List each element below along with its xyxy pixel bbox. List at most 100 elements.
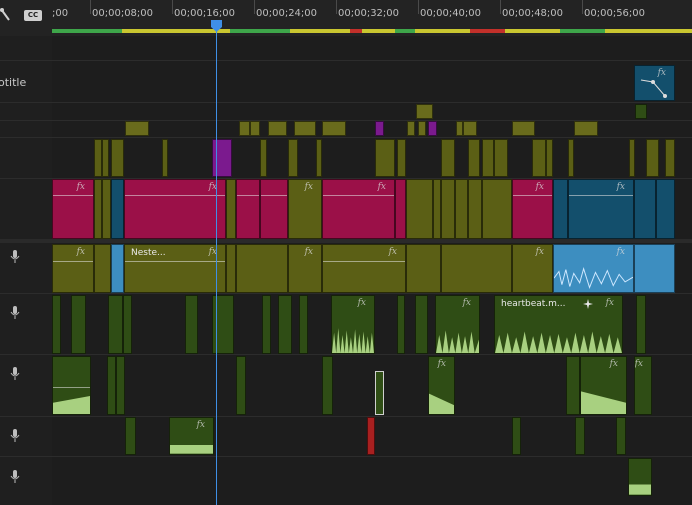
audio-clip[interactable]: [616, 417, 626, 455]
audio-clip[interactable]: [236, 356, 246, 415]
video-clip[interactable]: [468, 179, 482, 239]
audio-clip[interactable]: [566, 356, 580, 415]
video-clip[interactable]: [532, 139, 546, 177]
video-clip[interactable]: [322, 121, 346, 136]
video-clip[interactable]: [268, 121, 287, 136]
video-clip[interactable]: [546, 139, 553, 177]
audio-clip[interactable]: [299, 295, 308, 354]
video-clip[interactable]: fx: [52, 179, 94, 239]
microphone-icon[interactable]: [10, 470, 20, 484]
video-clip[interactable]: [629, 139, 635, 177]
video-clip[interactable]: fx: [322, 179, 395, 239]
audio-clip[interactable]: [111, 244, 124, 293]
video-clip[interactable]: [441, 179, 455, 239]
video-clip[interactable]: [416, 104, 433, 119]
audio-clip[interactable]: fx: [428, 356, 455, 415]
audio-clip[interactable]: [397, 295, 405, 354]
audio-clip[interactable]: [628, 458, 652, 496]
audio-clip[interactable]: fx: [52, 244, 94, 293]
audio-clip[interactable]: [107, 356, 116, 415]
audio-clip[interactable]: [406, 244, 441, 293]
video-clip[interactable]: [463, 121, 477, 136]
video-clip[interactable]: fx: [288, 179, 322, 239]
video-clip[interactable]: [635, 104, 647, 119]
audio-clip[interactable]: [375, 371, 384, 415]
video-clip[interactable]: fx: [512, 179, 553, 239]
video-clip[interactable]: [468, 139, 480, 177]
video-clip[interactable]: [482, 179, 512, 239]
audio-clip[interactable]: [262, 295, 271, 354]
video-clip[interactable]: [102, 179, 111, 239]
video-clip[interactable]: [568, 139, 574, 177]
video-clip[interactable]: [212, 139, 232, 177]
video-clip[interactable]: [456, 121, 463, 136]
video-clip[interactable]: [482, 139, 494, 177]
video-clip[interactable]: [111, 179, 124, 239]
video-clip[interactable]: [646, 139, 659, 177]
audio-clip[interactable]: Neste... fx: [124, 244, 226, 293]
microphone-icon[interactable]: [10, 250, 20, 264]
video-clip[interactable]: [260, 139, 267, 177]
video-clip[interactable]: [634, 179, 656, 239]
video-clip[interactable]: [395, 179, 406, 239]
video-clip[interactable]: [407, 121, 415, 136]
video-clip[interactable]: [574, 121, 598, 136]
video-clip[interactable]: fx: [634, 65, 675, 101]
audio-clip[interactable]: [52, 356, 91, 415]
video-clip[interactable]: [250, 121, 260, 136]
audio-clip[interactable]: [441, 244, 512, 293]
audio-clip[interactable]: heartbeat.m... fx: [494, 295, 623, 354]
audio-clip[interactable]: [322, 356, 333, 415]
microphone-icon[interactable]: [10, 367, 20, 381]
audio-clip[interactable]: [415, 295, 428, 354]
video-clip[interactable]: [294, 121, 316, 136]
audio-clip[interactable]: fx: [512, 244, 553, 293]
audio-clip[interactable]: [108, 295, 123, 354]
microphone-icon[interactable]: [10, 306, 20, 320]
video-clip[interactable]: [316, 139, 322, 177]
video-clip[interactable]: [553, 179, 568, 239]
audio-video-divider[interactable]: [0, 239, 692, 243]
video-clip[interactable]: [94, 139, 102, 177]
audio-clip[interactable]: [575, 417, 585, 455]
audio-clip[interactable]: fx: [634, 356, 652, 415]
video-clip[interactable]: [226, 179, 236, 239]
audio-clip[interactable]: [278, 295, 292, 354]
playhead-handle[interactable]: [211, 20, 222, 32]
video-clip[interactable]: [433, 179, 441, 239]
audio-clip[interactable]: fx: [580, 356, 627, 415]
video-clip[interactable]: [375, 139, 395, 177]
audio-clip[interactable]: [52, 295, 61, 354]
audio-clip[interactable]: [125, 417, 136, 455]
video-clip[interactable]: [512, 121, 535, 136]
audio-clip[interactable]: fx: [331, 295, 375, 354]
audio-clip[interactable]: [236, 244, 288, 293]
audio-clip[interactable]: [71, 295, 86, 354]
time-ruler[interactable]: CC ;00 00;00;08;00 00;00;16;00 00;00;24;…: [0, 0, 692, 36]
wrench-icon[interactable]: [0, 8, 10, 22]
audio-clip[interactable]: [116, 356, 125, 415]
video-clip[interactable]: [111, 139, 124, 177]
audio-clip[interactable]: [512, 417, 521, 455]
video-clip[interactable]: [656, 179, 675, 239]
video-clip[interactable]: [418, 121, 426, 136]
audio-clip[interactable]: fx: [169, 417, 214, 455]
video-clip[interactable]: [94, 179, 102, 239]
video-clip[interactable]: [239, 121, 250, 136]
captions-icon[interactable]: CC: [24, 10, 42, 21]
video-clip[interactable]: [406, 179, 433, 239]
video-clip[interactable]: [441, 139, 455, 177]
audio-clip[interactable]: [185, 295, 198, 354]
audio-clip[interactable]: [636, 295, 646, 354]
video-clip[interactable]: [494, 139, 508, 177]
audio-clip[interactable]: fx: [288, 244, 322, 293]
audio-clip[interactable]: fx: [322, 244, 406, 293]
video-clip[interactable]: [288, 139, 298, 177]
video-clip[interactable]: fx: [568, 179, 634, 239]
video-clip[interactable]: [102, 139, 109, 177]
audio-clip[interactable]: [226, 244, 236, 293]
audio-clip[interactable]: [634, 244, 675, 293]
video-clip[interactable]: [397, 139, 406, 177]
video-clip[interactable]: [428, 121, 437, 136]
audio-clip[interactable]: fx: [553, 244, 634, 293]
